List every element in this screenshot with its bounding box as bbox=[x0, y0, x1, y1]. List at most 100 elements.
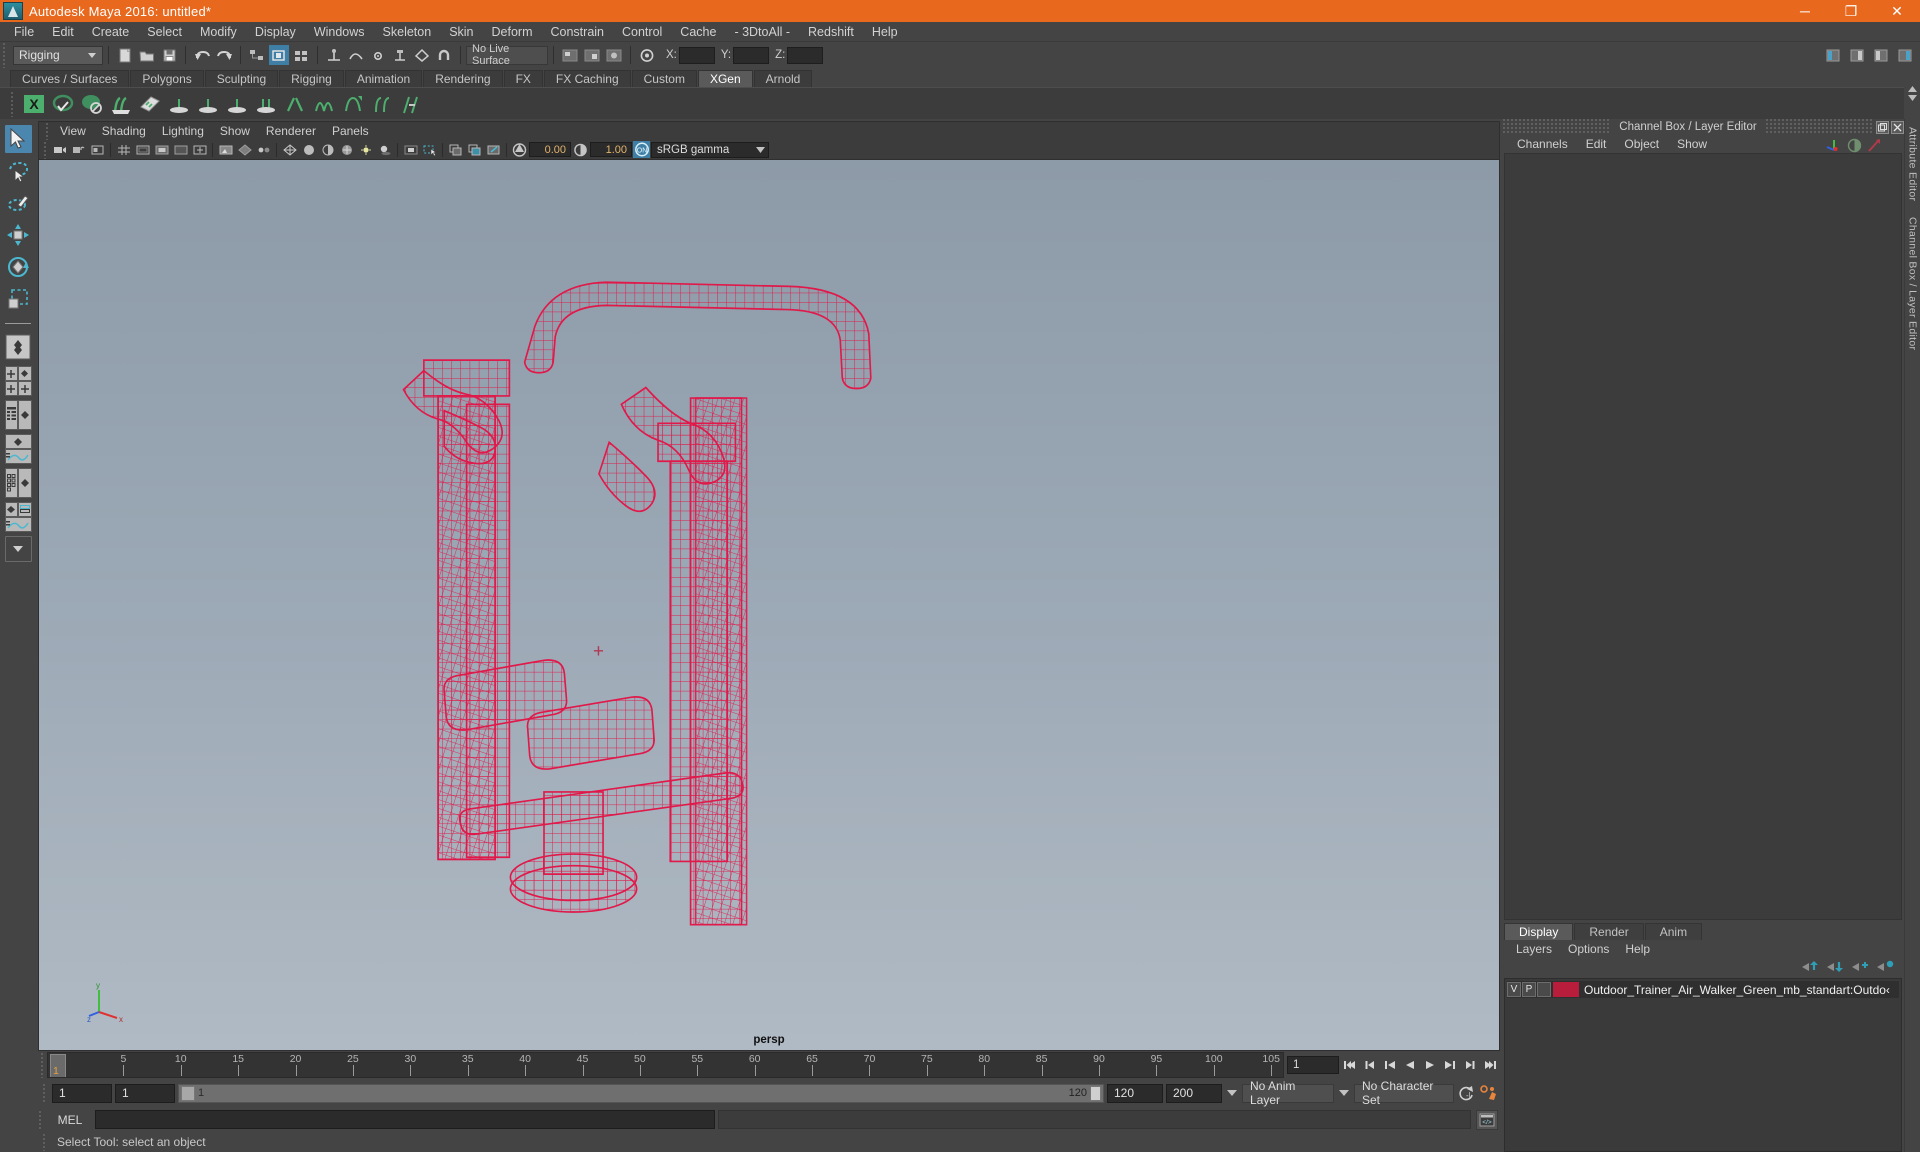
menu-skin[interactable]: Skin bbox=[440, 22, 482, 42]
show-attributes-icon[interactable] bbox=[1847, 138, 1862, 156]
close-icon[interactable] bbox=[1891, 120, 1905, 134]
xgen-cut-brush-icon[interactable] bbox=[282, 91, 308, 117]
range-start-field[interactable]: 1 bbox=[115, 1083, 175, 1103]
menu-set-dropdown[interactable]: Rigging bbox=[13, 45, 103, 65]
exposure-field[interactable]: 0.00 bbox=[529, 142, 571, 157]
shelf-tab-rendering[interactable]: Rendering bbox=[423, 70, 503, 87]
layer-list[interactable]: V P Outdoor_Trainer_Air_Walker_Green_mb_st… bbox=[1504, 978, 1902, 1152]
viewport-grip[interactable] bbox=[43, 122, 52, 140]
render-view-icon[interactable] bbox=[560, 45, 580, 65]
shelf-tab-rigging[interactable]: Rigging bbox=[279, 70, 344, 87]
show-ikfk-icon[interactable] bbox=[1867, 138, 1882, 156]
current-frame-field[interactable]: 1 bbox=[1287, 1056, 1339, 1074]
perspective-viewport[interactable]: persp y x z bbox=[39, 160, 1499, 1050]
anim-start-field[interactable]: 1 bbox=[52, 1083, 112, 1103]
animation-preferences-icon[interactable] bbox=[1479, 1083, 1498, 1103]
close-button[interactable]: ✕ bbox=[1874, 0, 1920, 22]
panel-grip-left[interactable] bbox=[1502, 119, 1612, 135]
menu-create[interactable]: Create bbox=[83, 22, 139, 42]
maximize-button[interactable]: ❐ bbox=[1828, 0, 1874, 22]
coord-z-field[interactable] bbox=[787, 46, 824, 64]
selection-mask-icon[interactable] bbox=[421, 141, 438, 158]
menu-deform[interactable]: Deform bbox=[483, 22, 542, 42]
panel-grip-right[interactable] bbox=[1764, 119, 1875, 135]
layer-menu-help[interactable]: Help bbox=[1617, 940, 1658, 958]
move-layer-up-icon[interactable] bbox=[1802, 960, 1819, 976]
layer-menu-options[interactable]: Options bbox=[1560, 940, 1617, 958]
ipr-render-icon[interactable] bbox=[582, 45, 602, 65]
viewport-toolbar-grip[interactable] bbox=[41, 140, 50, 159]
viewport-snapshot-icon[interactable] bbox=[447, 141, 464, 158]
anim-end-field[interactable]: 200 bbox=[1166, 1083, 1222, 1103]
show-hide-tool-settings-icon[interactable] bbox=[1871, 45, 1891, 65]
command-input[interactable] bbox=[95, 1110, 715, 1129]
xray-toggle-icon[interactable] bbox=[236, 141, 253, 158]
select-tool[interactable] bbox=[4, 125, 32, 153]
viewport-menu-panels[interactable]: Panels bbox=[324, 122, 377, 140]
persp-graph-outliner-layout[interactable] bbox=[4, 502, 32, 532]
render-settings-icon[interactable] bbox=[604, 45, 624, 65]
shelf-tab-xgen[interactable]: XGen bbox=[697, 70, 753, 87]
save-scene-icon[interactable] bbox=[159, 45, 179, 65]
isolate-select-icon[interactable] bbox=[402, 141, 419, 158]
exposure-icon[interactable] bbox=[511, 141, 528, 158]
coord-y-field[interactable] bbox=[733, 46, 770, 64]
menu-constrain[interactable]: Constrain bbox=[542, 22, 614, 42]
viewport-menu-renderer[interactable]: Renderer bbox=[258, 122, 324, 140]
xgen-mask-brush-icon[interactable] bbox=[398, 91, 424, 117]
coord-x-field[interactable] bbox=[678, 46, 715, 64]
select-by-component-icon[interactable] bbox=[291, 45, 311, 65]
menu-control[interactable]: Control bbox=[613, 22, 671, 42]
help-line-grip[interactable] bbox=[40, 1133, 49, 1151]
shelf-tab-sculpting[interactable]: Sculpting bbox=[204, 70, 279, 87]
time-slider-track[interactable]: 1 5 10 15 20 25 30 35 40 45 50 55 60 65 70 75 80 85 90 95 1… bbox=[47, 1052, 1284, 1078]
menu-windows[interactable]: Windows bbox=[305, 22, 374, 42]
select-by-hierarchy-icon[interactable] bbox=[247, 45, 267, 65]
layer-menu-layers[interactable]: Layers bbox=[1508, 940, 1560, 958]
menu-redshift[interactable]: Redshift bbox=[799, 22, 863, 42]
wireframe-icon[interactable] bbox=[281, 141, 298, 158]
xgen-region-brush-icon[interactable] bbox=[369, 91, 395, 117]
status-line-grip[interactable] bbox=[0, 42, 9, 68]
xgen-noise-brush-icon[interactable] bbox=[311, 91, 337, 117]
command-line-grip[interactable] bbox=[36, 1109, 45, 1130]
channel-box-menu-object[interactable]: Object bbox=[1615, 135, 1668, 153]
menu-display[interactable]: Display bbox=[246, 22, 305, 42]
outliner-persp-layout[interactable] bbox=[4, 400, 32, 430]
range-slider[interactable]: 1 120 bbox=[178, 1083, 1104, 1103]
smooth-shade-icon[interactable] bbox=[300, 141, 317, 158]
step-forward-key-icon[interactable] bbox=[1460, 1055, 1479, 1075]
range-slider-grip[interactable] bbox=[40, 1083, 49, 1103]
channel-box-menu-edit[interactable]: Edit bbox=[1577, 135, 1616, 153]
xgen-grooming-icon[interactable] bbox=[108, 91, 134, 117]
xgen-part-brush-icon[interactable] bbox=[224, 91, 250, 117]
new-layer-icon[interactable] bbox=[1852, 960, 1869, 976]
menu-skeleton[interactable]: Skeleton bbox=[374, 22, 441, 42]
step-back-frame-icon[interactable] bbox=[1380, 1055, 1399, 1075]
sidebar-item-attribute-editor[interactable]: Attribute Editor bbox=[1907, 119, 1919, 209]
show-manipulators-icon[interactable] bbox=[1826, 137, 1842, 156]
layer-tab-render[interactable]: Render bbox=[1574, 923, 1644, 940]
viewport-menu-show[interactable]: Show bbox=[212, 122, 258, 140]
xgen-guides-icon[interactable] bbox=[137, 91, 163, 117]
resolution-gate-icon[interactable] bbox=[153, 141, 170, 158]
xgen-preview-off-icon[interactable] bbox=[79, 91, 105, 117]
xgen-clump-brush-icon[interactable] bbox=[253, 91, 279, 117]
gamma-field[interactable]: 1.00 bbox=[590, 142, 632, 157]
xray-joints-icon[interactable] bbox=[255, 141, 272, 158]
show-hide-modeling-toolkit-icon[interactable] bbox=[1823, 45, 1843, 65]
flat-shade-icon[interactable] bbox=[319, 141, 336, 158]
snap-grid-icon[interactable] bbox=[324, 45, 344, 65]
layer-playback-toggle[interactable]: P bbox=[1522, 982, 1536, 997]
new-scene-icon[interactable] bbox=[115, 45, 135, 65]
gamma-icon[interactable] bbox=[572, 141, 589, 158]
new-layer-from-selected-icon[interactable] bbox=[1877, 960, 1894, 976]
layer-tab-display[interactable]: Display bbox=[1504, 923, 1574, 940]
color-profile-dropdown[interactable]: sRGB gamma bbox=[651, 141, 769, 158]
render-current-frame-icon[interactable] bbox=[637, 45, 657, 65]
redo-icon[interactable] bbox=[214, 45, 234, 65]
persp-graph-layout[interactable] bbox=[4, 434, 32, 464]
xgen-length-brush-icon[interactable] bbox=[195, 91, 221, 117]
viewport-menu-view[interactable]: View bbox=[52, 122, 94, 140]
open-scene-icon[interactable] bbox=[137, 45, 157, 65]
